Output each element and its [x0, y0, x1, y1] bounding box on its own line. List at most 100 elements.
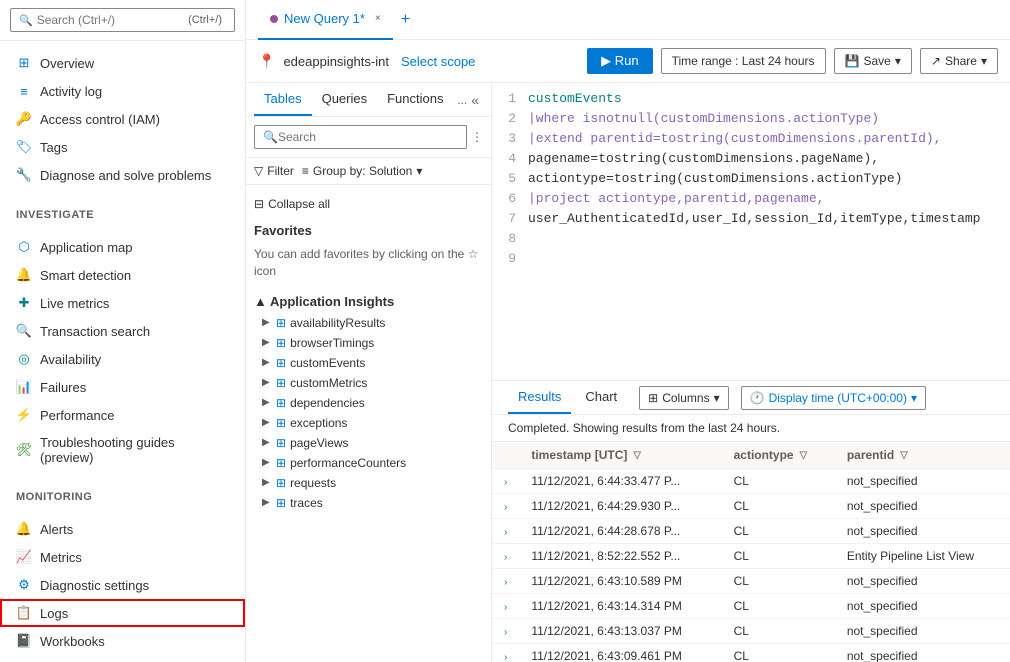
share-button[interactable]: ↗ Share ▾: [920, 48, 998, 74]
table-item-browser-timings[interactable]: ▶ ⊞ browserTimings: [254, 333, 483, 353]
line-content: [528, 251, 1010, 271]
display-time-label: Display time (UTC+00:00): [769, 391, 907, 405]
table-row[interactable]: › 11/12/2021, 6:43:09.461 PM CL not_spec…: [492, 644, 1010, 662]
sidebar-item-alerts[interactable]: 🔔 Alerts: [0, 515, 245, 543]
sidebar-item-live-metrics[interactable]: ✚ Live metrics: [0, 289, 245, 317]
cell-parentid: not_specified: [835, 619, 1010, 644]
sidebar-monitoring-nav: 🔔 Alerts 📈 Metrics ⚙ Diagnostic settings…: [0, 507, 245, 662]
sidebar-item-smart-detection[interactable]: 🔔 Smart detection: [0, 261, 245, 289]
actiontype-column-header[interactable]: actiontype ▽: [722, 442, 835, 469]
table-item-custom-events[interactable]: ▶ ⊞ customEvents: [254, 353, 483, 373]
sidebar-item-label: Access control (IAM): [40, 112, 160, 127]
table-item-custom-metrics[interactable]: ▶ ⊞ customMetrics: [254, 373, 483, 393]
table-row[interactable]: › 11/12/2021, 6:44:33.477 P... CL not_sp…: [492, 469, 1010, 494]
code-line-1: 1 customEvents: [492, 91, 1010, 111]
sidebar-search-box[interactable]: 🔍 (Ctrl+/): [10, 8, 235, 32]
actiontype-filter-icon[interactable]: ▽: [800, 450, 808, 461]
row-expand-icon[interactable]: ›: [504, 552, 507, 563]
sidebar-search-input[interactable]: [37, 13, 188, 27]
sidebar-item-diagnostic-settings[interactable]: ⚙ Diagnostic settings: [0, 571, 245, 599]
table-item-requests[interactable]: ▶ ⊞ requests: [254, 473, 483, 493]
table-item-availability-results[interactable]: ▶ ⊞ availabilityResults: [254, 313, 483, 333]
sidebar-item-access-control[interactable]: 🔑 Access control (IAM): [0, 105, 245, 133]
display-time-button[interactable]: 🕐 Display time (UTC+00:00) ▾: [741, 386, 926, 410]
tab-chart[interactable]: Chart: [575, 381, 627, 414]
sidebar-item-label: Smart detection: [40, 268, 131, 283]
sidebar-item-app-map[interactable]: ⬡ Application map: [0, 233, 245, 261]
row-expand-icon[interactable]: ›: [504, 527, 507, 538]
tables-search-options-icon[interactable]: ⋮: [471, 130, 483, 144]
row-expand-icon[interactable]: ›: [504, 602, 507, 613]
diagnostic-settings-icon: ⚙: [16, 577, 32, 593]
cell-timestamp: 11/12/2021, 6:44:28.678 P...: [519, 519, 721, 544]
tree-expand-icon: ▶: [262, 477, 272, 488]
tables-panel-collapse-button[interactable]: «: [467, 88, 483, 112]
columns-chevron-icon: ▾: [714, 391, 720, 405]
sidebar-item-availability[interactable]: ◎ Availability: [0, 345, 245, 373]
tables-search-box[interactable]: 🔍: [254, 125, 467, 149]
parentid-column-header[interactable]: parentid ▽: [835, 442, 1010, 469]
code-line-2: 2 |where isnotnull(customDimensions.acti…: [492, 111, 1010, 131]
columns-grid-icon: ⊞: [648, 391, 658, 405]
sidebar-item-label: Performance: [40, 408, 114, 423]
tables-search-input[interactable]: [278, 130, 458, 144]
search-icon: 🔍: [19, 14, 33, 27]
sidebar-item-overview[interactable]: ⊞ Overview: [0, 49, 245, 77]
table-item-dependencies[interactable]: ▶ ⊞ dependencies: [254, 393, 483, 413]
sidebar-item-workbooks[interactable]: 📓 Workbooks: [0, 627, 245, 655]
filter-button[interactable]: ▽ Filter: [254, 164, 294, 178]
timestamp-filter-icon[interactable]: ▽: [633, 450, 641, 461]
sidebar-item-activity-log[interactable]: ≡ Activity log: [0, 77, 245, 105]
collapse-all-button[interactable]: ⊟ Collapse all: [254, 193, 483, 215]
columns-button[interactable]: ⊞ Columns ▾: [639, 386, 728, 410]
sidebar-item-metrics[interactable]: 📈 Metrics: [0, 543, 245, 571]
table-row[interactable]: › 11/12/2021, 6:43:13.037 PM CL not_spec…: [492, 619, 1010, 644]
tree-expand-icon: ▶: [262, 437, 272, 448]
sidebar-item-diagnose[interactable]: 🔧 Diagnose and solve problems: [0, 161, 245, 189]
tab-results[interactable]: Results: [508, 381, 571, 414]
table-row[interactable]: › 11/12/2021, 6:44:29.930 P... CL not_sp…: [492, 494, 1010, 519]
group-by-button[interactable]: ≡ Group by: Solution ▾: [302, 164, 422, 178]
select-scope-button[interactable]: Select scope: [401, 54, 475, 69]
row-expand-icon[interactable]: ›: [504, 477, 507, 488]
table-row[interactable]: › 11/12/2021, 6:43:14.314 PM CL not_spec…: [492, 594, 1010, 619]
content-area: Tables Queries Functions ... « 🔍 ⋮ ▽ Fil…: [246, 83, 1010, 662]
table-icon: ⊞: [276, 336, 286, 350]
app-map-icon: ⬡: [16, 239, 32, 255]
time-range-selector[interactable]: Time range : Last 24 hours: [661, 48, 826, 74]
parentid-filter-icon[interactable]: ▽: [900, 450, 908, 461]
tab-add-button[interactable]: +: [401, 11, 410, 29]
table-name: performanceCounters: [290, 456, 406, 470]
line-number: 4: [492, 151, 528, 171]
tables-more-icon[interactable]: ...: [457, 93, 467, 107]
sidebar-item-tags[interactable]: 🏷 Tags: [0, 133, 245, 161]
table-item-exceptions[interactable]: ▶ ⊞ exceptions: [254, 413, 483, 433]
tab-queries[interactable]: Queries: [312, 83, 378, 116]
sidebar-item-logs[interactable]: 📋 Logs: [0, 599, 245, 627]
table-item-page-views[interactable]: ▶ ⊞ pageViews: [254, 433, 483, 453]
query-tab-new-query[interactable]: New Query 1* ×: [258, 0, 393, 40]
run-button[interactable]: ▶ Run: [587, 48, 652, 74]
table-item-performance-counters[interactable]: ▶ ⊞ performanceCounters: [254, 453, 483, 473]
sidebar-item-troubleshooting[interactable]: 🛠 Troubleshooting guides (preview): [0, 429, 245, 471]
row-expand-icon[interactable]: ›: [504, 502, 507, 513]
code-editor[interactable]: 1 customEvents 2 |where isnotnull(custom…: [492, 83, 1010, 381]
row-expand-icon[interactable]: ›: [504, 577, 507, 588]
tab-tables[interactable]: Tables: [254, 83, 312, 116]
sidebar-item-performance[interactable]: ⚡ Performance: [0, 401, 245, 429]
sidebar-item-transaction-search[interactable]: 🔍 Transaction search: [0, 317, 245, 345]
row-expand-icon[interactable]: ›: [504, 652, 507, 662]
sidebar-item-failures[interactable]: 📊 Failures: [0, 373, 245, 401]
table-item-traces[interactable]: ▶ ⊞ traces: [254, 493, 483, 513]
tables-panel: Tables Queries Functions ... « 🔍 ⋮ ▽ Fil…: [246, 83, 492, 662]
table-name: browserTimings: [290, 336, 374, 350]
tab-functions[interactable]: Functions: [377, 83, 453, 116]
table-row[interactable]: › 11/12/2021, 6:43:10.589 PM CL not_spec…: [492, 569, 1010, 594]
timestamp-column-header[interactable]: timestamp [UTC] ▽: [519, 442, 721, 469]
table-row[interactable]: › 11/12/2021, 8:52:22.552 P... CL Entity…: [492, 544, 1010, 569]
tab-close-icon[interactable]: ×: [375, 13, 381, 24]
table-row[interactable]: › 11/12/2021, 6:44:28.678 P... CL not_sp…: [492, 519, 1010, 544]
save-button[interactable]: 💾 Save ▾: [834, 48, 912, 74]
row-expand-icon[interactable]: ›: [504, 627, 507, 638]
filter-label: Filter: [267, 164, 294, 178]
